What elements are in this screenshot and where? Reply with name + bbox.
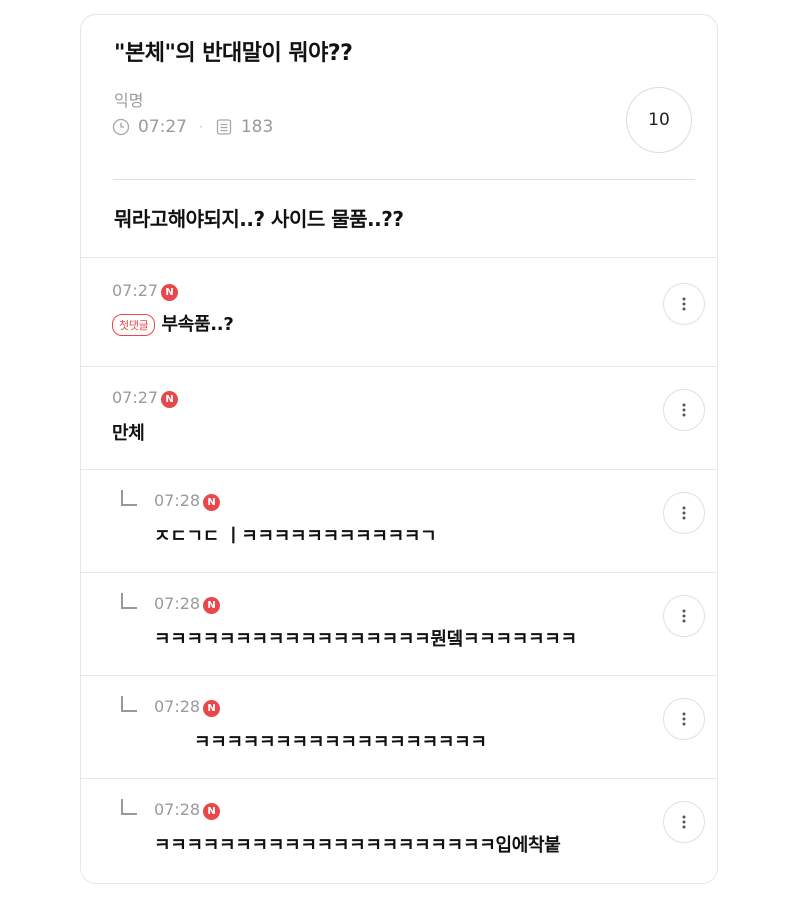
reply-arrow-icon	[121, 696, 137, 712]
post-meta: 07:27 · 183	[112, 117, 273, 137]
post-views: 183	[240, 117, 274, 137]
new-badge: N	[161, 284, 179, 301]
more-vertical-icon	[682, 297, 686, 311]
post-author: 익명	[114, 91, 144, 110]
reply-arrow-icon	[121, 799, 137, 815]
comment-text-row: 첫댓글 부속품..?	[112, 310, 234, 336]
more-vertical-icon	[682, 712, 686, 726]
comment-text: ㅋㅋㅋㅋㅋㅋㅋㅋㅋㅋㅋㅋㅋㅋㅋㅋㅋ뭔뎈ㅋㅋㅋㅋㅋㅋㅋ	[154, 629, 577, 650]
more-vertical-icon	[682, 506, 686, 520]
comment-time: 07:27	[112, 281, 159, 300]
reply-item: 07:28 N ㅋㅋㅋㅋㅋㅋㅋㅋㅋㅋㅋㅋㅋㅋㅋㅋㅋ뭔뎈ㅋㅋㅋㅋㅋㅋㅋ	[81, 572, 717, 675]
new-badge: N	[203, 597, 221, 614]
comment-more-button[interactable]	[663, 595, 705, 637]
comment-item: 07:27 N 만체	[81, 366, 717, 469]
comment-meta: 07:28 N	[154, 490, 221, 511]
post-title: "본체"의 반대말이 뭐야??	[114, 41, 353, 66]
new-badge: N	[203, 494, 221, 511]
new-badge: N	[161, 391, 179, 408]
post-header: "본체"의 반대말이 뭐야?? 익명 07:27 · 183 10 뭐라고해야되…	[81, 15, 717, 231]
comment-more-button[interactable]	[663, 698, 705, 740]
comment-meta: 07:28 N	[154, 799, 221, 820]
comment-meta: 07:28 N	[154, 696, 221, 717]
reply-item: 07:28 N ㅋㅋㅋㅋㅋㅋㅋㅋㅋㅋㅋㅋㅋㅋㅋㅋㅋㅋㅋㅋㅋ입에착붙	[81, 778, 717, 883]
comment-more-button[interactable]	[663, 492, 705, 534]
comment-time: 07:27	[112, 388, 159, 407]
comment-meta: 07:27 N	[112, 280, 179, 301]
post-card: "본체"의 반대말이 뭐야?? 익명 07:27 · 183 10 뭐라고해야되…	[80, 14, 718, 884]
comment-more-button[interactable]	[663, 389, 705, 431]
document-icon	[215, 118, 233, 136]
header-divider	[113, 179, 695, 180]
more-vertical-icon	[682, 815, 686, 829]
comment-count-badge[interactable]: 10	[626, 87, 692, 153]
comment-more-button[interactable]	[663, 801, 705, 843]
clock-icon	[112, 118, 130, 136]
more-vertical-icon	[682, 609, 686, 623]
comment-time: 07:28	[154, 800, 201, 819]
new-badge: N	[203, 803, 221, 820]
meta-separator: ·	[199, 120, 203, 134]
comment-time: 07:28	[154, 594, 201, 613]
comment-text: 만체	[112, 423, 145, 444]
new-badge: N	[203, 700, 221, 717]
comment-text: 부속품..?	[161, 314, 234, 335]
first-comment-badge: 첫댓글	[112, 314, 156, 336]
comment-time: 07:28	[154, 697, 201, 716]
comment-text: ㅋㅋㅋㅋㅋㅋㅋㅋㅋㅋㅋㅋㅋㅋㅋㅋㅋㅋ	[194, 732, 487, 753]
comment-more-button[interactable]	[663, 283, 705, 325]
reply-arrow-icon	[121, 490, 137, 506]
comment-text: ㅋㅋㅋㅋㅋㅋㅋㅋㅋㅋㅋㅋㅋㅋㅋㅋㅋㅋㅋㅋㅋ입에착붙	[154, 835, 561, 856]
comment-list: 07:27 N 첫댓글 부속품..? 07:27 N 만체 07:28 N ㅈㄷ…	[81, 257, 717, 883]
comment-time: 07:28	[154, 491, 201, 510]
reply-item: 07:28 N ㅋㅋㅋㅋㅋㅋㅋㅋㅋㅋㅋㅋㅋㅋㅋㅋㅋㅋ	[81, 675, 717, 778]
comment-meta: 07:28 N	[154, 593, 221, 614]
more-vertical-icon	[682, 403, 686, 417]
comment-meta: 07:27 N	[112, 387, 179, 408]
comment-text: ㅈㄷㄱㄷ ㅣㅋㅋㅋㅋㅋㅋㅋㅋㅋㅋㅋㄱ	[154, 526, 437, 547]
post-body: 뭐라고해야되지..? 사이드 물품..??	[114, 207, 404, 231]
reply-arrow-icon	[121, 593, 137, 609]
comment-item: 07:27 N 첫댓글 부속품..?	[81, 257, 717, 366]
reply-item: 07:28 N ㅈㄷㄱㄷ ㅣㅋㅋㅋㅋㅋㅋㅋㅋㅋㅋㅋㄱ	[81, 469, 717, 572]
post-time: 07:27	[138, 117, 187, 137]
